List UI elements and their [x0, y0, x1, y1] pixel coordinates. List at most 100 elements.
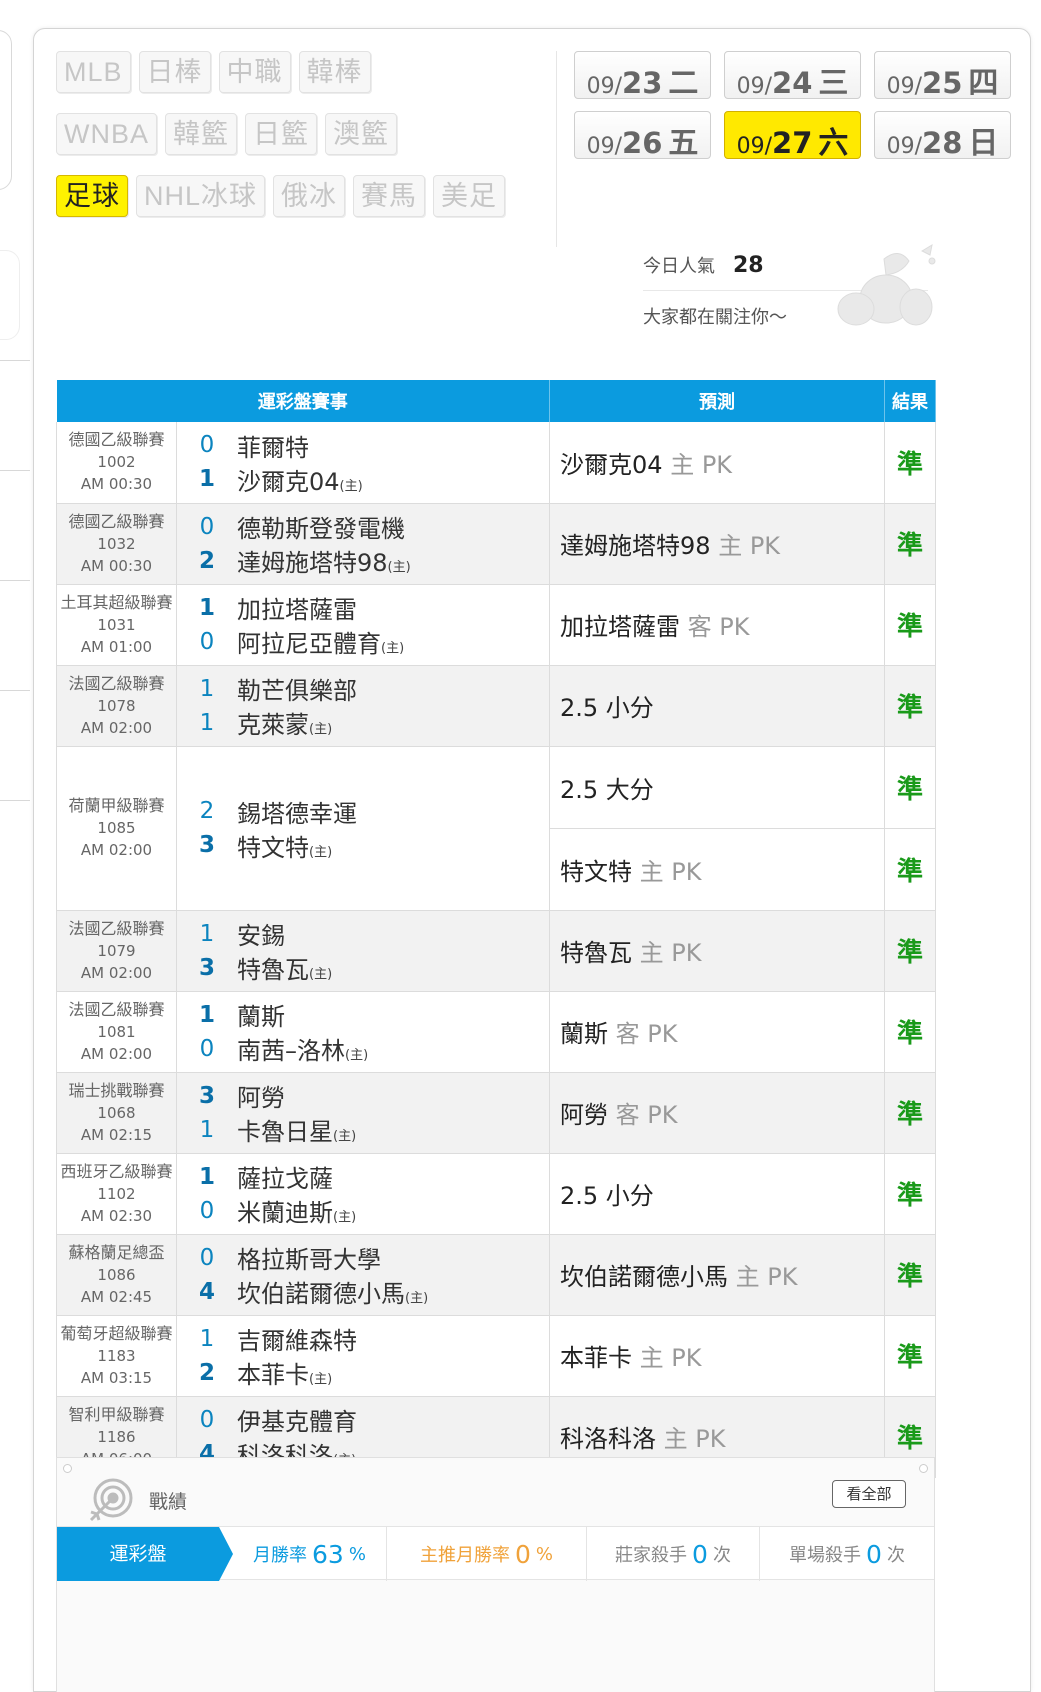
home-team-line: 2 達姆施塔特98(主): [177, 544, 549, 578]
result-cell: 準: [884, 584, 936, 666]
home-tag: (主): [387, 560, 411, 575]
sport-row: 足球 NHL冰球 俄冰 賽馬 美足: [56, 175, 556, 219]
match-table: 運彩盤賽事 預測 結果 德國乙級聯賽 1002 AM 00:30 0 菲爾特 1 沙爾克04…: [56, 380, 936, 1478]
date-button[interactable]: 09/26 五: [574, 111, 711, 161]
home-team-line: 1 克萊蒙(主): [177, 706, 549, 740]
team-name: 沙爾克04: [237, 467, 340, 496]
single-game-killer: 單場殺手 0 次: [789, 1539, 905, 1569]
date-month: 09/: [736, 134, 773, 159]
record-box: 戰績 看全部 運彩盤 月勝率 63 % 主推月勝率 0 % 莊家殺手 0 次 單…: [56, 1457, 935, 1692]
home-team-line: 3 特魯瓦(主): [177, 951, 549, 985]
date-day: 24: [772, 66, 813, 100]
sport-chip[interactable]: 美足: [433, 175, 506, 217]
prediction-cell: 達姆施塔特98 主 PK: [549, 503, 885, 585]
prediction-side: 主 PK: [728, 1263, 798, 1291]
date-weekday: 二: [668, 66, 699, 101]
prediction-side: 主 PK: [632, 939, 702, 967]
away-team-line: 0 菲爾特: [177, 428, 549, 462]
sport-chip[interactable]: NHL冰球: [136, 175, 266, 217]
prediction-side: 客 PK: [608, 1020, 678, 1048]
team-name: 安錫: [237, 922, 285, 950]
team-name: 格拉斯哥大學: [237, 1246, 381, 1274]
sport-chip[interactable]: 日棒: [138, 51, 211, 93]
table-row: 法國乙級聯賽 1079 AM 02:00 1 安錫 3 特魯瓦(主) 特魯瓦 主 PK 準: [56, 910, 936, 992]
tab-sports-lottery[interactable]: 運彩盤: [57, 1527, 233, 1581]
league-name: 德國乙級聯賽: [68, 511, 165, 531]
pick-type: PK: [671, 939, 702, 967]
team-name: 克萊蒙: [237, 711, 309, 739]
result-cell: 準: [884, 665, 936, 747]
sport-row: WNBA 韓籃 日籃 澳籃: [56, 113, 556, 157]
league-cell: 法國乙級聯賽 1081 AM 02:00: [56, 991, 177, 1073]
prediction-cell: 2.5 小分: [549, 665, 885, 747]
table-row: 法國乙級聯賽 1081 AM 02:00 1 蘭斯 0 南茜–洛林(主) 蘭斯 客 PK 準: [56, 991, 936, 1073]
home-team-line: 1 卡魯日星(主): [177, 1113, 549, 1147]
home-team-line: 4 坎伯諾爾德小馬(主): [177, 1275, 549, 1309]
home-score: 1: [199, 1116, 215, 1143]
away-team-line: 3 阿勞: [177, 1079, 549, 1113]
away-score: 0: [199, 1406, 215, 1433]
home-team-name: 克萊蒙(主): [237, 705, 332, 740]
date-day: 26: [622, 126, 663, 160]
sport-chip[interactable]: WNBA: [56, 113, 157, 155]
home-score: 2: [198, 547, 215, 574]
sport-chip[interactable]: 足球: [56, 175, 128, 217]
mascot-icon: [837, 243, 936, 326]
sport-chip[interactable]: 俄冰: [273, 175, 346, 217]
away-team-name: 錫塔德幸運: [237, 794, 357, 829]
away-team-line: 1 勒芒俱樂部: [177, 672, 549, 706]
league-name: 法國乙級聯賽: [68, 999, 165, 1019]
match-code: 1085: [97, 819, 136, 837]
team-name: 吉爾維森特: [237, 1327, 357, 1355]
home-team-name: 阿拉尼亞體育(主): [237, 624, 404, 659]
match-time: AM 02:00: [80, 1044, 153, 1063]
banker-killer: 莊家殺手 0 次: [587, 1527, 760, 1581]
date-button[interactable]: 09/27 六: [724, 111, 861, 161]
team-name: 特魯瓦: [237, 956, 309, 984]
teams-cell: 1 蘭斯 0 南茜–洛林(主): [176, 991, 550, 1073]
side-label: 客: [687, 613, 712, 641]
league-name: 法國乙級聯賽: [68, 673, 165, 693]
home-tag: (主): [381, 641, 405, 656]
sport-chip[interactable]: 澳籃: [325, 113, 397, 155]
pick-type: PK: [701, 450, 733, 479]
sport-chip[interactable]: 日籃: [245, 113, 317, 155]
prediction-side: 主 PK: [656, 1425, 726, 1453]
divider: [0, 800, 30, 801]
league-cell: 葡萄牙超級聯賽 1183 AM 03:15: [56, 1315, 177, 1397]
header-event: 運彩盤賽事: [56, 380, 550, 422]
popularity-count: 28: [733, 253, 764, 278]
team-name: 伊基克體育: [237, 1408, 357, 1436]
sport-chip[interactable]: 中職: [218, 51, 291, 93]
team-name: 米蘭迪斯: [237, 1199, 333, 1227]
date-month: 09/: [586, 134, 623, 159]
prediction-pick: 蘭斯: [560, 1020, 608, 1048]
league-name: 瑞士挑戰聯賽: [68, 1080, 165, 1100]
teams-cell: 3 阿勞 1 卡魯日星(主): [176, 1072, 550, 1154]
match-time: AM 00:30: [80, 475, 153, 494]
table-row: 土耳其超級聯賽 1031 AM 01:00 1 加拉塔薩雷 0 阿拉尼亞體育(主) 加拉塔薩雷…: [56, 584, 936, 666]
sport-chip[interactable]: MLB: [56, 51, 131, 93]
sport-chip[interactable]: 賽馬: [353, 175, 426, 217]
team-name: 薩拉戈薩: [237, 1165, 333, 1193]
table-row: 葡萄牙超級聯賽 1183 AM 03:15 1 吉爾維森特 2 本菲卡(主) 本菲卡 主 PK…: [56, 1315, 936, 1397]
sport-row: MLB 日棒 中職 韓棒: [56, 51, 556, 95]
home-score: 1: [198, 466, 215, 493]
home-tag: (主): [345, 1048, 369, 1063]
away-team-name: 德勒斯登發電機: [237, 509, 405, 544]
home-team-name: 南茜–洛林(主): [237, 1031, 368, 1066]
prediction-cell: 沙爾克04 主 PK: [549, 422, 885, 504]
sport-chip[interactable]: 韓棒: [298, 51, 371, 93]
date-button[interactable]: 09/25 四: [874, 51, 1011, 101]
away-team-name: 薩拉戈薩: [237, 1159, 333, 1194]
pick-type: PK: [719, 613, 750, 641]
date-button[interactable]: 09/24 三: [724, 51, 861, 101]
away-team-line: 0 德勒斯登發電機: [177, 510, 549, 544]
sport-chip[interactable]: 韓籃: [165, 113, 237, 155]
featured-win-rate: 主推月勝率 0 %: [387, 1527, 587, 1581]
date-button[interactable]: 09/23 二: [574, 51, 711, 101]
home-team-name: 坎伯諾爾德小馬(主): [237, 1274, 428, 1309]
date-button[interactable]: 09/28 日: [874, 111, 1011, 161]
view-all-button[interactable]: 看全部: [832, 1480, 906, 1508]
table-row: 蘇格蘭足總盃 1086 AM 02:45 0 格拉斯哥大學 4 坎伯諾爾德小馬(主) 坎伯諾爾…: [56, 1234, 936, 1316]
